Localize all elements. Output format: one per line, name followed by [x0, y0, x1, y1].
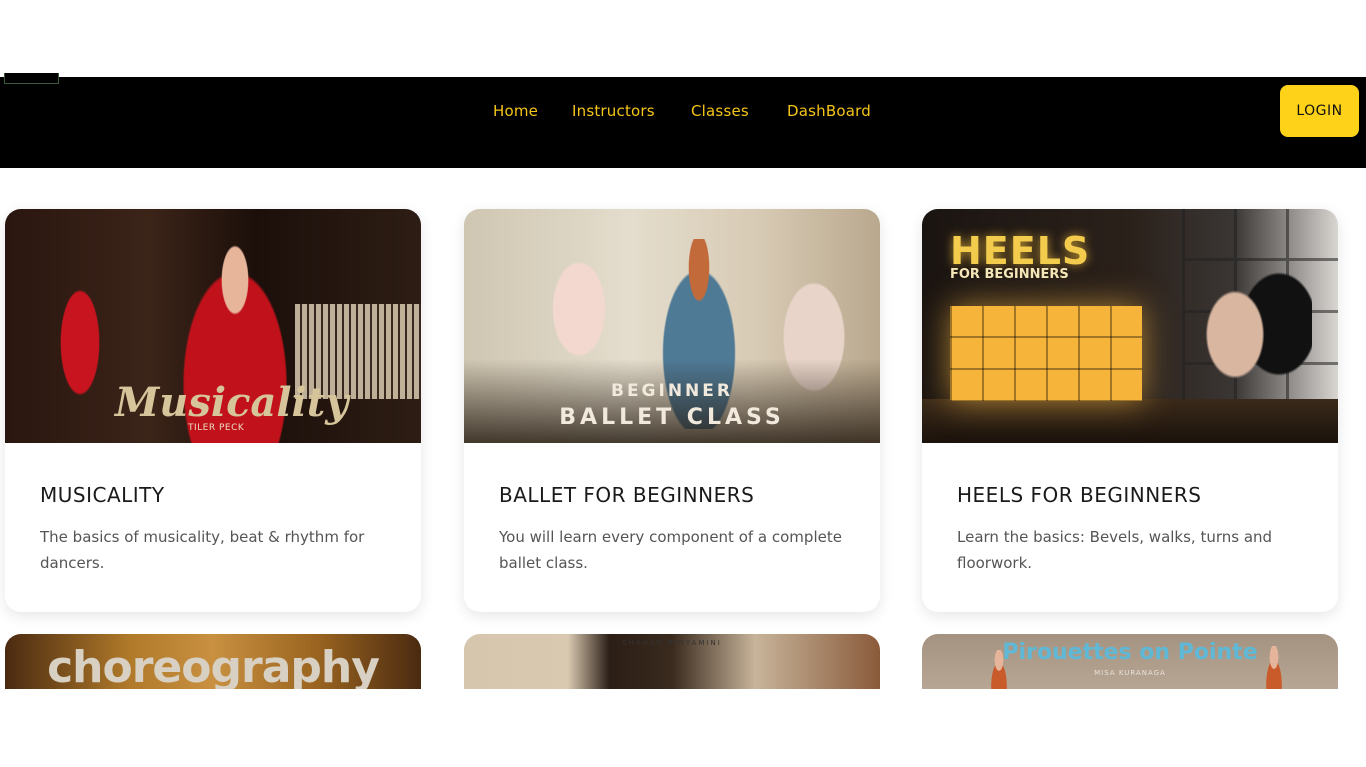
image-subtitle: MISA KURANAGA	[1094, 669, 1166, 677]
card-body: HEELS FOR BEGINNERS Learn the basics: Be…	[922, 443, 1338, 576]
dancer-graphic	[45, 249, 115, 419]
broken-logo-image[interactable]	[4, 73, 59, 84]
class-image-heels[interactable]: HEELS FOR BEGINNERS	[922, 209, 1338, 443]
nav-link-classes[interactable]: Classes	[691, 101, 749, 121]
card-body: BALLET FOR BEGINNERS You will learn ever…	[464, 443, 880, 576]
image-title: Pirouettes on Pointe	[1002, 640, 1258, 665]
image-subtitle: FOR BEGINNERS	[950, 267, 1069, 282]
class-image-choreography[interactable]: choreography	[5, 634, 421, 689]
image-title: choreography	[47, 642, 380, 689]
class-image-pirouettes[interactable]: Pirouettes on Pointe MISA KURANAGA	[922, 634, 1338, 689]
image-subtitle: TILER PECK	[188, 423, 245, 433]
class-image-ballet[interactable]: BEGINNER BALLET CLASS	[464, 209, 880, 443]
nav-links: Home Instructors Classes DashBoard	[0, 77, 1366, 168]
class-description: The basics of musicality, beat & rhythm …	[40, 528, 365, 572]
navbar: Home Instructors Classes DashBoard LOGIN	[0, 77, 1366, 168]
lit-window-graphic	[950, 306, 1142, 401]
class-description: Learn the basics: Bevels, walks, turns a…	[957, 528, 1273, 572]
class-image-musicality[interactable]: Musicality TILER PECK	[5, 209, 421, 443]
image-title-bottom: BALLET CLASS	[559, 405, 785, 430]
class-card-heels[interactable]: HEELS FOR BEGINNERS HEELS FOR BEGINNERS …	[922, 209, 1338, 612]
nav-link-home[interactable]: Home	[493, 101, 538, 121]
top-blank-area	[0, 0, 1366, 77]
card-body: MUSICALITY The basics of musicality, bea…	[5, 443, 421, 576]
class-title[interactable]: BALLET FOR BEGINNERS	[499, 483, 845, 507]
class-card-shahar[interactable]: SHAHAR BINYAMINI	[464, 634, 880, 689]
image-title-top: BEGINNER	[610, 381, 733, 401]
bottom-blank-area	[0, 689, 1366, 767]
class-title[interactable]: HEELS FOR BEGINNERS	[957, 483, 1303, 507]
image-title: Musicality	[115, 379, 349, 426]
nav-link-dashboard[interactable]: DashBoard	[787, 101, 871, 121]
class-title[interactable]: MUSICALITY	[40, 483, 386, 507]
class-card-pirouettes[interactable]: Pirouettes on Pointe MISA KURANAGA	[922, 634, 1338, 689]
class-card-ballet[interactable]: BEGINNER BALLET CLASS BALLET FOR BEGINNE…	[464, 209, 880, 612]
instructors-graphic	[1202, 219, 1312, 429]
class-image-shahar[interactable]: SHAHAR BINYAMINI	[464, 634, 880, 689]
class-description: You will learn every component of a comp…	[499, 528, 842, 572]
login-button[interactable]: LOGIN	[1280, 85, 1359, 137]
image-shade	[464, 359, 880, 443]
image-subtitle: SHAHAR BINYAMINI	[622, 639, 722, 647]
class-card-choreography[interactable]: choreography	[5, 634, 421, 689]
nav-link-instructors[interactable]: Instructors	[572, 101, 655, 121]
class-card-musicality[interactable]: Musicality TILER PECK MUSICALITY The bas…	[5, 209, 421, 612]
